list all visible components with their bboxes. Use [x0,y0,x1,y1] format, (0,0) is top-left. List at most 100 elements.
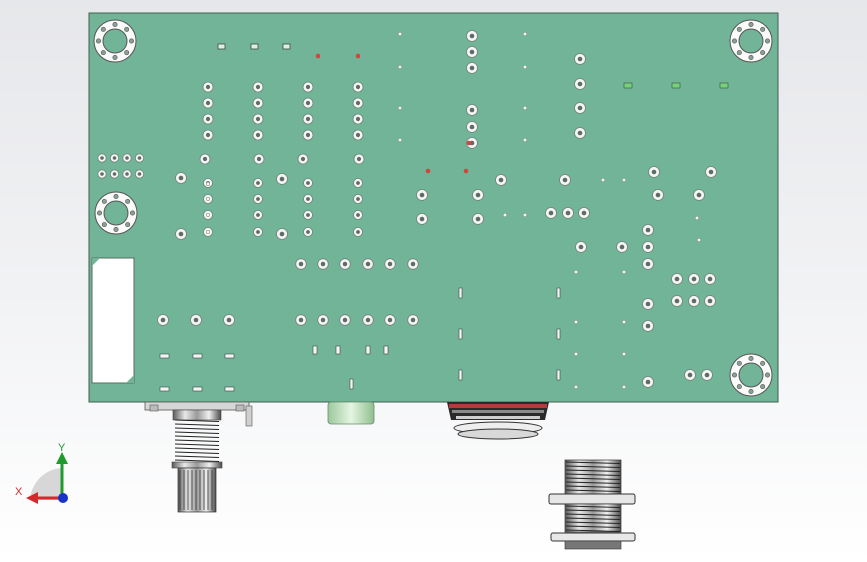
slot [556,287,561,299]
pcb-pad [353,227,363,237]
triad-x-label: X [15,486,23,498]
pcb-board[interactable] [88,12,779,403]
smd-pad [192,386,203,392]
pcb-pad [416,213,428,225]
pcb-pad [190,314,202,326]
via [621,269,627,275]
via [621,351,627,357]
smd-pad [159,353,170,359]
pcb-pad [302,97,314,109]
pcb-pad [202,97,214,109]
pcb-pad [295,258,307,270]
pcb-pad [642,376,654,388]
pcb-pad [223,314,235,326]
green-led-stub[interactable] [327,401,375,425]
pcb-pad [704,295,716,307]
pcb-pad [384,314,396,326]
pcb-pad [353,178,363,188]
pcb-pad [545,207,557,219]
via [522,137,528,143]
via [694,215,700,221]
pcb-pad [562,207,574,219]
pcb-pad [202,81,214,93]
pcb-pad [295,314,307,326]
mounting-hole [729,19,773,63]
smd-pad [671,82,681,89]
mounting-hole [93,19,137,63]
pcb-pad [693,189,705,201]
pcb-pad [642,258,654,270]
pcb-pad [302,81,314,93]
pcb-pad [134,153,145,163]
pcb-pad [684,369,696,381]
pcb-pad [466,62,478,74]
pcb-pad [466,104,478,116]
pcb-pad [202,113,214,125]
pcb-pad [276,228,288,240]
pcb-pad [297,153,309,165]
pcb-pad [353,210,363,220]
pcb-pad [642,298,654,310]
smd-pad [719,82,729,89]
board-label-area [91,257,135,384]
slot [556,369,561,381]
pcb-pad [303,210,313,220]
smd-pad [623,82,633,89]
pcb-pad [688,273,700,285]
pcb-pad [175,228,187,240]
pcb-pad [202,129,214,141]
pcb-pad [134,169,145,179]
pcb-pad [466,121,478,133]
pcb-pad [578,207,590,219]
slot [312,345,318,355]
pcb-pad [122,169,132,179]
via [502,212,508,218]
via [522,212,528,218]
pcb-pad [122,153,132,163]
orientation-triad[interactable] [26,452,68,504]
via [205,212,211,218]
via [522,64,528,70]
via [397,31,403,37]
pcb-pad [362,314,374,326]
audio-jack[interactable] [447,402,549,440]
threaded-jack-nut[interactable] [548,459,636,550]
pcb-pad [352,113,364,125]
slot [383,345,389,355]
slot [458,328,463,340]
slot [365,345,371,355]
potentiometer-shaft[interactable] [144,401,253,513]
pcb-pad [648,166,660,178]
pcb-pad [616,241,628,253]
pcb-pad [671,295,683,307]
pcb-pad [407,258,419,270]
pcb-pad [317,258,329,270]
via [696,237,702,243]
pcb-pad [317,314,329,326]
pcb-pad [688,295,700,307]
via [573,384,579,390]
smd-pad [192,353,203,359]
marker [463,168,469,174]
pcb-pad [253,210,263,220]
smd-pad [224,353,235,359]
pcb-pad [253,178,263,188]
via [397,105,403,111]
pcb-pad [253,153,265,165]
slot [335,345,341,355]
cad-3d-viewport[interactable] [0,0,867,562]
pcb-pad [495,174,507,186]
pcb-pad [384,258,396,270]
pcb-pad [704,273,716,285]
pcb-pad [353,153,365,165]
pcb-pad [252,81,264,93]
pcb-pad [472,189,484,201]
via [573,319,579,325]
triad-y-label: Y [58,442,66,454]
pcb-pad [339,314,351,326]
pcb-pad [559,174,571,186]
marker [425,168,431,174]
pcb-pad [109,169,120,179]
pcb-pad [642,224,654,236]
via [205,181,211,187]
